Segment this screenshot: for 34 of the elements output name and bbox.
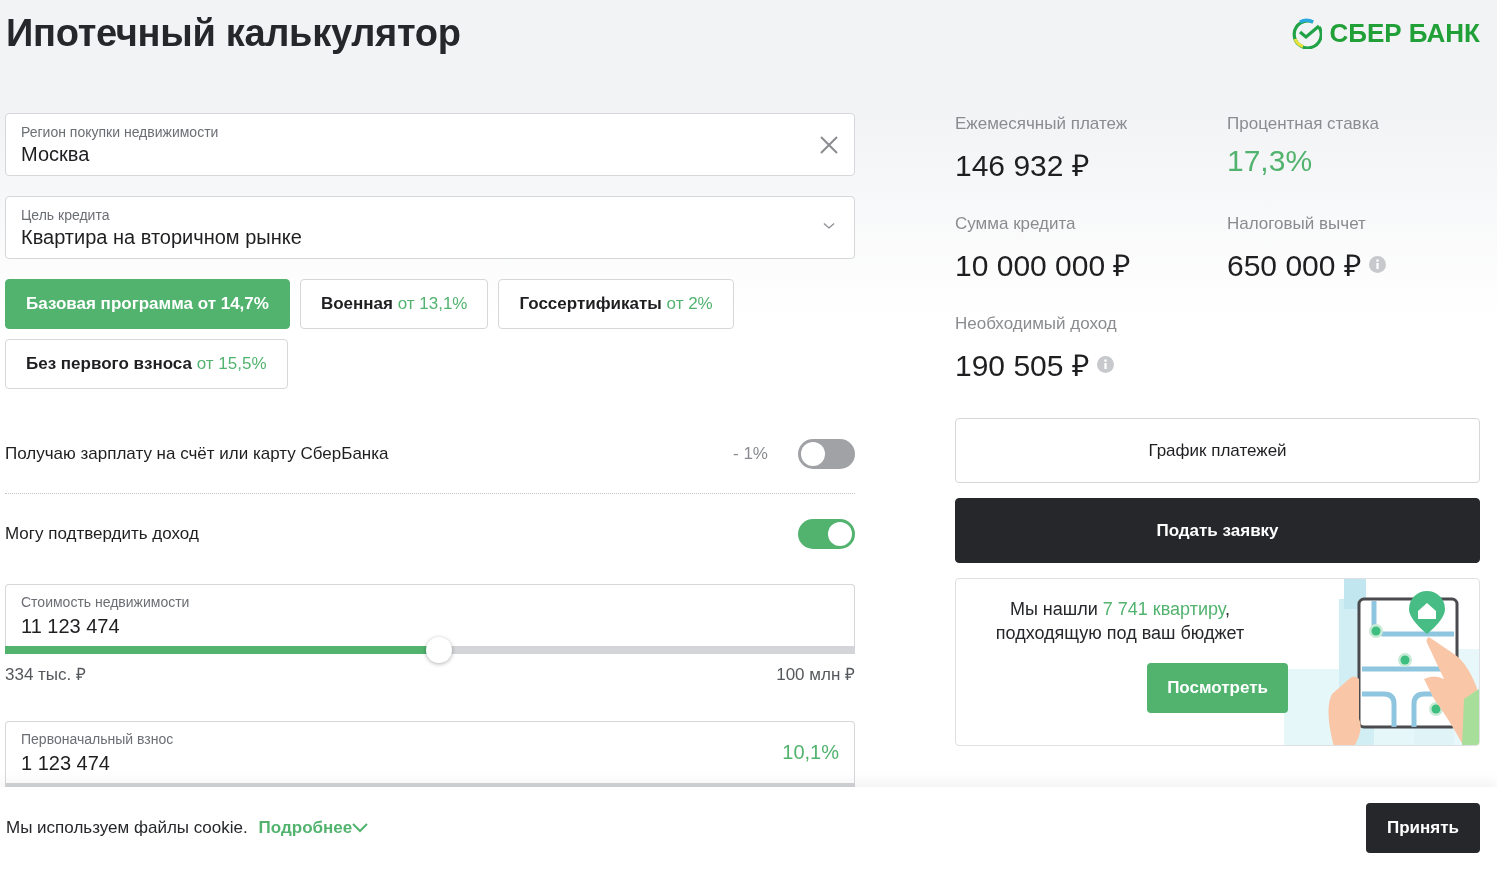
schedule-button[interactable]: График платежей [955, 418, 1480, 483]
program-tab[interactable]: Без первого взноса от 15,5% [5, 339, 288, 389]
stat-value: 10 000 000 ₽ [955, 248, 1131, 284]
field-value[interactable]: 11 123 474 [21, 614, 120, 638]
program-tab[interactable]: Военная от 13,1% [299, 279, 489, 329]
stat-value: 17,3% [1227, 144, 1313, 178]
bank-logo-text: СБЕР БАНК [1329, 18, 1480, 49]
accept-button[interactable]: Принять [1365, 803, 1480, 853]
max-label: 100 млн ₽ [776, 664, 855, 685]
toggle-label: Получаю зарплату на счёт или карту СберБанка [5, 443, 390, 464]
field-value[interactable]: Квартира на вторичном рынке [21, 225, 302, 249]
stat-label: Налоговый вычет [1227, 214, 1367, 234]
stat-label: Процентная ставка [1227, 114, 1380, 134]
discount-note: - 1% [733, 443, 768, 464]
program-tab[interactable]: Госсертификаты от 2% [498, 279, 734, 329]
submit-button[interactable]: Подать заявку [955, 498, 1480, 563]
field-label: Регион покупки недвижимости [21, 123, 219, 140]
min-label: 334 тыс. ₽ [5, 664, 87, 685]
stat-label: Сумма кредита [955, 214, 1077, 234]
page-title: Ипотечный калькулятор [6, 12, 461, 55]
toggle-label: Могу подтвердить доход [5, 524, 200, 544]
stat-value: 146 932 ₽ [955, 148, 1089, 184]
field-label: Цель кредита [21, 206, 110, 223]
stat-value: 650 000 ₽ [1227, 248, 1361, 284]
promo-text: Мы нашли 7 741 квартиру, подходящую под ваш бюджет [995, 598, 1245, 645]
field-label: Первоначальный взнос [21, 730, 174, 747]
field-label: Стоимость недвижимости [21, 593, 190, 610]
share-percent: 10,1% [782, 741, 839, 764]
field-value[interactable]: Москва [21, 142, 90, 166]
cookie-text: Мы используем файлы cookie. [6, 818, 248, 838]
field-value[interactable]: 1 123 474 [21, 751, 110, 775]
stat-value: 190 505 ₽ [955, 348, 1089, 384]
stat-label: Необходимый доход [955, 314, 1118, 334]
stat-label: Ежемесячный платеж [955, 114, 1129, 134]
